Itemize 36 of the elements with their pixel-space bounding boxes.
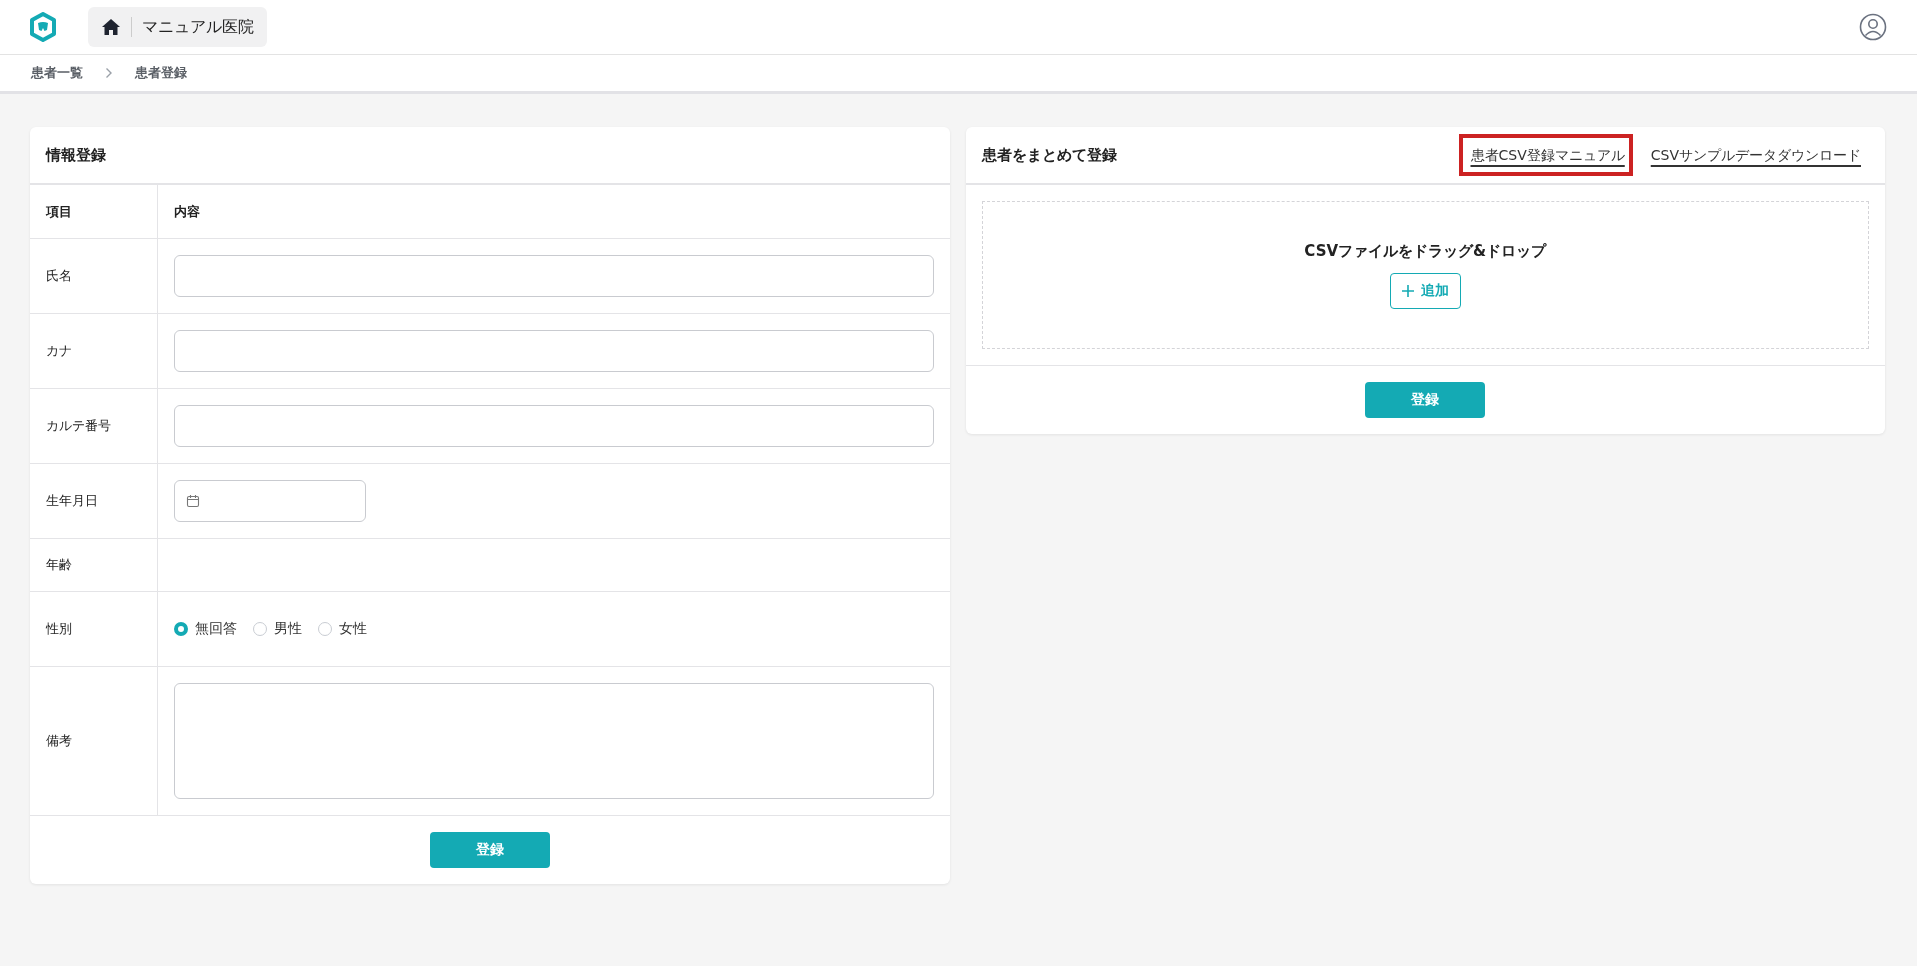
card-title: 患者をまとめて登録 — [981, 145, 1117, 165]
date-field[interactable] — [174, 480, 366, 522]
field-label: 性別 — [30, 592, 158, 666]
input-field[interactable] — [174, 255, 934, 297]
breadcrumb-item[interactable]: 患者一覧 — [31, 64, 83, 82]
user-avatar-icon[interactable] — [1859, 13, 1887, 41]
radio-label[interactable]: 無回答 — [195, 620, 237, 638]
plus-icon — [1401, 284, 1414, 297]
input-field[interactable] — [174, 330, 934, 372]
radio-button[interactable] — [174, 622, 188, 636]
field-label: カナ — [30, 314, 158, 388]
text-link[interactable]: 患者CSV登録マニュアル — [1458, 133, 1633, 177]
field-label: 年齢 — [30, 539, 158, 591]
textarea-field[interactable] — [174, 683, 934, 799]
breadcrumb-item[interactable]: 患者登録 — [135, 64, 187, 82]
field-label: 氏名 — [30, 239, 158, 313]
card-title: 情報登録 — [46, 145, 106, 165]
logo-icon — [29, 12, 57, 42]
column-header: 項目 — [30, 185, 158, 238]
radio-button[interactable] — [318, 622, 332, 636]
field-label: カルテ番号 — [30, 389, 158, 463]
field-label: 生年月日 — [30, 464, 158, 538]
chevron-icon — [105, 67, 113, 79]
home-icon — [101, 18, 121, 36]
radio-label[interactable]: 男性 — [274, 620, 302, 638]
dropzone-text: CSVファイルをドラッグ&ドロップ — [1304, 241, 1547, 261]
field-label: 備考 — [30, 667, 158, 815]
clinic-name: マニュアル医院 — [142, 16, 254, 38]
calendar-icon — [186, 494, 200, 508]
column-header: 内容 — [174, 202, 200, 221]
text-link[interactable]: CSVサンプルデータダウンロード — [1638, 133, 1869, 177]
input-field[interactable] — [174, 405, 934, 447]
clinic-selector[interactable]: マニュアル医院 — [88, 7, 267, 47]
csv-dropzone[interactable]: CSVファイルをドラッグ&ドロップ 追加 — [981, 201, 1869, 349]
radio-label[interactable]: 女性 — [339, 620, 367, 638]
radio-button[interactable] — [253, 622, 267, 636]
